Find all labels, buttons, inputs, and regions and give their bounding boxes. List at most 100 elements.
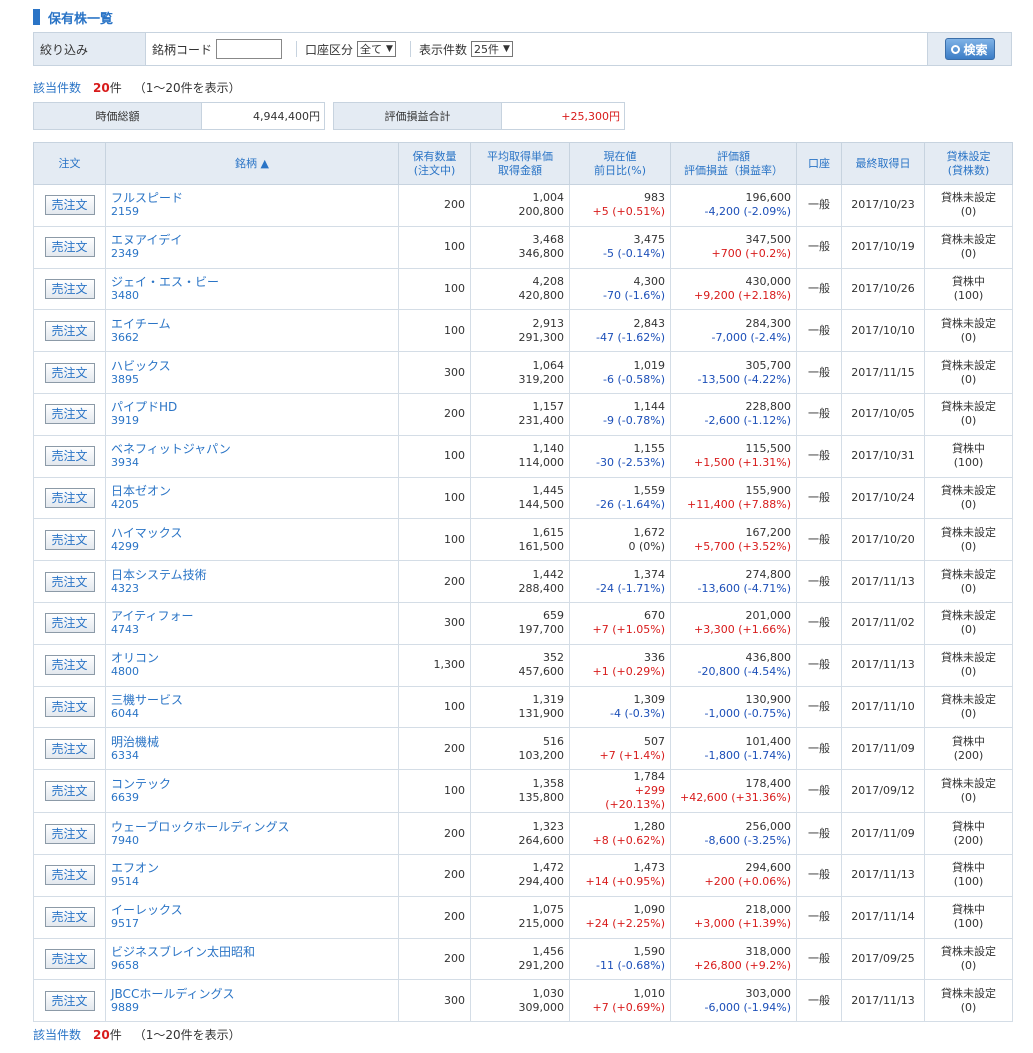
current-price: 1,672	[633, 525, 666, 539]
avg-cost-cell: 1,075 215,000	[470, 895, 570, 939]
avg-price: 1,358	[532, 777, 565, 791]
table-row: 売注文 日本ゼオン 4205 100 1,445 144,500 1,559 -26 (-1.…	[33, 476, 1013, 520]
sell-order-button[interactable]: 売注文	[44, 696, 95, 717]
lending-status: 貸株未設定	[941, 777, 996, 791]
valuation: 228,800	[745, 400, 792, 414]
profit-loss: -8,600 (-3.25%)	[704, 833, 791, 847]
sell-order-button[interactable]: 売注文	[44, 404, 95, 425]
stock-name-link[interactable]: パイプドHD	[111, 400, 393, 414]
sell-order-button[interactable]: 売注文	[44, 865, 95, 886]
stock-name-link[interactable]: フルスピード	[111, 191, 393, 205]
stock-name-link[interactable]: ハビックス	[111, 359, 393, 373]
acquisition-cost: 131,900	[518, 706, 565, 720]
current-price: 1,374	[633, 567, 666, 581]
current-price: 1,155	[633, 442, 666, 456]
sell-order-button[interactable]: 売注文	[44, 823, 95, 844]
sell-order-button[interactable]: 売注文	[44, 237, 95, 258]
col-price-label: 現在値	[603, 149, 637, 163]
stock-cell: イーレックス 9517	[105, 895, 399, 939]
lending-cell: 貸株未設定 (0)	[924, 392, 1013, 436]
stock-name-link[interactable]: ウェーブロックホールディングス	[111, 820, 393, 834]
valuation-cell: 115,500 +1,500 (+1.31%)	[670, 434, 797, 478]
result-count-label: 該当件数	[33, 1028, 82, 1042]
current-price: 4,300	[633, 274, 666, 288]
stock-name-link[interactable]: エフオン	[111, 861, 393, 875]
table-row: 売注文 JBCCホールディングス 9889 300 1,030 309,000 1,010 +…	[33, 979, 1013, 1023]
sell-order-button[interactable]: 売注文	[44, 613, 95, 634]
profit-loss: -6,000 (-1.94%)	[704, 1000, 791, 1014]
valuation-cell: 256,000 -8,600 (-3.25%)	[670, 812, 797, 855]
valuation: 196,600	[745, 191, 792, 205]
sell-order-button[interactable]: 売注文	[44, 948, 95, 969]
sell-order-button[interactable]: 売注文	[44, 738, 95, 759]
col-price[interactable]: 現在値 前日比(%)	[569, 142, 671, 185]
profit-loss: +1,500 (+1.31%)	[694, 456, 791, 470]
sell-order-button[interactable]: 売注文	[44, 990, 95, 1011]
stock-name-link[interactable]: 三機サービス	[111, 693, 393, 707]
sell-order-button[interactable]: 売注文	[44, 487, 95, 508]
stock-name-link[interactable]: ベネフィットジャパン	[111, 442, 393, 456]
stock-name-link[interactable]: コンテック	[111, 777, 393, 791]
stock-name-link[interactable]: ビジネスブレイン太田昭和	[111, 945, 393, 959]
stock-name-link[interactable]: ジェイ・エス・ビー	[111, 275, 393, 289]
qty-cell: 300	[398, 601, 471, 645]
lending-status: 貸株未設定	[941, 609, 996, 623]
code-input[interactable]	[216, 39, 283, 59]
lending-cell: 貸株中 (100)	[924, 895, 1013, 939]
avg-price: 1,615	[532, 525, 565, 539]
sell-order-button[interactable]: 売注文	[44, 529, 95, 550]
sell-order-button[interactable]: 売注文	[44, 195, 95, 216]
col-qty[interactable]: 保有数量 (注文中)	[398, 142, 471, 185]
profit-loss: -20,800 (-4.54%)	[697, 665, 791, 679]
table-row: 売注文 アイティフォー 4743 300 659 197,700 670 +7 (+1.05%…	[33, 601, 1013, 645]
stock-name-link[interactable]: ハイマックス	[111, 526, 393, 540]
stock-name-link[interactable]: 明治機械	[111, 735, 393, 749]
col-order: 注文	[33, 142, 106, 185]
col-name[interactable]: 銘柄 ▲	[105, 142, 399, 185]
last-acquired-cell: 2017/11/14	[841, 895, 925, 939]
display-count-select[interactable]: 25件 ▼	[470, 41, 513, 57]
sell-order-button[interactable]: 売注文	[44, 571, 95, 592]
sell-order-button[interactable]: 売注文	[44, 781, 95, 802]
stock-name-link[interactable]: JBCCホールディングス	[111, 987, 393, 1001]
stock-name-link[interactable]: 日本システム技術	[111, 568, 393, 582]
account-type-cell: 一般	[796, 812, 842, 855]
search-button-label: 検索	[963, 42, 988, 57]
stock-name-link[interactable]: エヌアイデイ	[111, 233, 393, 247]
stock-name-link[interactable]: 日本ゼオン	[111, 484, 393, 498]
stock-cell: 三機サービス 6044	[105, 685, 399, 729]
qty-cell: 300	[398, 979, 471, 1023]
sell-order-button[interactable]: 売注文	[44, 907, 95, 928]
price-cell: 3,475 -5 (-0.14%)	[569, 225, 671, 269]
filter-divider	[296, 41, 298, 57]
avg-cost-cell: 1,323 264,600	[470, 812, 570, 855]
stock-name-link[interactable]: イーレックス	[111, 903, 393, 917]
account-type-cell: 一般	[796, 979, 842, 1023]
sell-order-button[interactable]: 売注文	[44, 278, 95, 299]
sell-order-button[interactable]: 売注文	[44, 320, 95, 341]
order-cell: 売注文	[33, 518, 106, 562]
qty-cell: 100	[398, 225, 471, 269]
col-value-label: 評価額	[717, 149, 750, 163]
table-row: 売注文 パイプドHD 3919 200 1,157 231,400 1,144 -9 (-0.…	[33, 392, 1013, 436]
order-cell: 売注文	[33, 476, 106, 520]
filter-divider	[409, 41, 411, 57]
profit-loss: +42,600 (+31.36%)	[680, 791, 791, 805]
col-value[interactable]: 評価額 評価損益（損益率）	[670, 142, 797, 185]
col-avg[interactable]: 平均取得単価 取得金額	[470, 142, 570, 185]
account-select[interactable]: 全て ▼	[357, 41, 396, 57]
col-date[interactable]: 最終取得日	[841, 142, 925, 185]
last-acquired-cell: 2017/11/13	[841, 979, 925, 1023]
sell-order-button[interactable]: 売注文	[44, 446, 95, 467]
valuation: 347,500	[745, 233, 792, 247]
stock-name-link[interactable]: オリコン	[111, 651, 393, 665]
stock-name-link[interactable]: エイチーム	[111, 317, 393, 331]
sell-order-button[interactable]: 売注文	[44, 362, 95, 383]
lending-qty: (0)	[960, 623, 977, 637]
table-row: 売注文 エフオン 9514 200 1,472 294,400 1,473 +14 (+0.9…	[33, 853, 1013, 897]
search-button[interactable]: 検索	[944, 38, 995, 60]
col-account[interactable]: 口座	[796, 142, 842, 185]
sell-order-button[interactable]: 売注文	[44, 655, 95, 676]
stock-name-link[interactable]: アイティフォー	[111, 609, 393, 623]
acquisition-cost: 197,700	[518, 623, 565, 637]
